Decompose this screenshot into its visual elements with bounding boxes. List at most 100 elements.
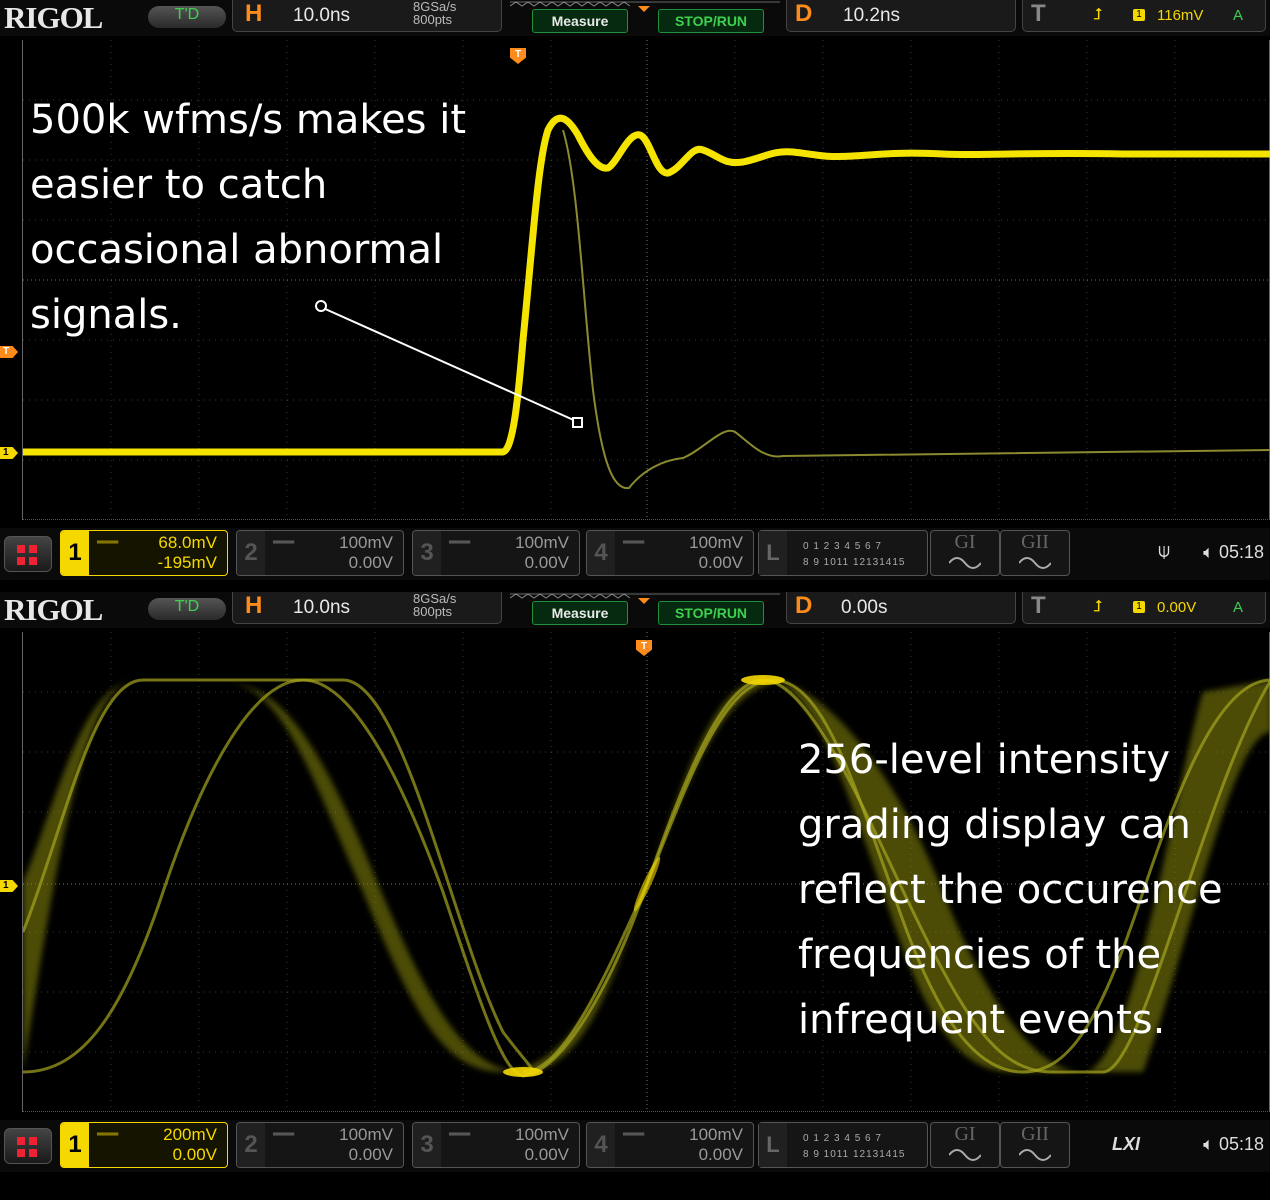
intensity-hotspot: [503, 1067, 543, 1077]
logic-channels-high: 8 9 1011 12131415: [803, 557, 906, 568]
channel-scale: 100mV: [689, 1125, 743, 1144]
d-label: D: [795, 592, 813, 619]
trigger-coupling: A: [1233, 7, 1244, 24]
trigger-box[interactable]: T ⮥ 1 116mV A: [1022, 0, 1266, 32]
annotation-line: frequencies of the: [798, 932, 1162, 978]
channel-offset: 0.00V: [348, 553, 393, 572]
channel-scale: 200mV: [163, 1125, 217, 1144]
stop-run-button[interactable]: STOP/RUN: [658, 601, 764, 625]
generator-2-button[interactable]: GII: [1000, 530, 1070, 576]
annotation-line: occasional abnormal: [30, 227, 444, 273]
trigger-source-badge: 1: [1133, 9, 1145, 21]
delay-value: 0.00s: [841, 597, 888, 618]
time-value: 05:18: [1218, 542, 1264, 562]
delay-box[interactable]: D 0.00s: [786, 592, 1016, 624]
system-clock: 🔈︎ 05:18: [1203, 1134, 1264, 1155]
abnormal-trace: [562, 129, 1270, 490]
annotation-line: reflect the occurence: [798, 867, 1223, 913]
h-label: H: [245, 592, 263, 619]
speaker-muted-icon: 🔈︎: [1203, 1134, 1214, 1154]
sine-wave-icon: [1019, 557, 1051, 569]
trigger-level-marker[interactable]: T: [0, 346, 18, 358]
annotation-line: 500k wfms/s makes it: [30, 97, 467, 143]
mode-badge[interactable]: T'D: [148, 598, 226, 620]
channel-offset: 0.00V: [698, 1145, 743, 1164]
memory-depth: 800pts: [413, 12, 453, 27]
dc-coupling-icon: ═══: [623, 1129, 645, 1140]
t-label: T: [1031, 0, 1046, 27]
channel-1-box[interactable]: 1 ═══ 200mV 0.00V: [60, 1122, 228, 1168]
intensity-hotspot: [741, 675, 785, 685]
timebase-value: 10.0ns: [293, 597, 351, 618]
channel-3-box[interactable]: 3 ═══ 100mV 0.00V: [412, 530, 580, 576]
channel-number: 3: [413, 1123, 441, 1167]
annotation-line: signals.: [30, 292, 182, 338]
channel-2-box[interactable]: 2 ═══ 100mV 0.00V: [236, 530, 404, 576]
channel-number: 4: [587, 531, 615, 575]
channel-number: 2: [237, 531, 265, 575]
channel-number: 1: [61, 531, 89, 575]
generator-label: GI: [954, 531, 976, 553]
generator-label: GII: [1021, 531, 1049, 553]
dc-coupling-icon: ═══: [273, 537, 295, 548]
measure-button[interactable]: Measure: [532, 601, 628, 625]
generator-1-button[interactable]: GI: [930, 1122, 1000, 1168]
annotation-line: grading display can: [798, 802, 1191, 848]
menu-button[interactable]: [4, 536, 52, 572]
annotation-text-top: 500k wfms/s makes it easier to catch occ…: [30, 88, 466, 348]
time-value: 05:18: [1218, 1134, 1264, 1154]
horizontal-box[interactable]: H 10.0ns 8GSa/s 800pts: [232, 0, 502, 32]
channel-number: 2: [237, 1123, 265, 1167]
speaker-muted-icon: 🔈︎: [1203, 542, 1214, 562]
status-bar: RIGOL T'D H 10.0ns 8GSa/s 800pts Measure…: [0, 592, 1270, 628]
dc-coupling-icon: ═══: [449, 1129, 471, 1140]
trigger-box[interactable]: T ⮥ 1 0.00V A: [1022, 592, 1266, 624]
channel-scale: 100mV: [339, 533, 393, 552]
memory-depth: 800pts: [413, 604, 453, 619]
stop-run-button[interactable]: STOP/RUN: [658, 9, 764, 33]
logic-label: L: [759, 531, 787, 575]
trigger-level: 0.00V: [1157, 599, 1197, 616]
channel-scale: 100mV: [689, 533, 743, 552]
channel-2-box[interactable]: 2 ═══ 100mV 0.00V: [236, 1122, 404, 1168]
dc-coupling-icon: ═══: [97, 537, 119, 548]
horizontal-box[interactable]: H 10.0ns 8GSa/s 800pts: [232, 592, 502, 624]
generator-2-button[interactable]: GII: [1000, 1122, 1070, 1168]
pointer-end: [572, 417, 583, 428]
menu-button[interactable]: [4, 1128, 52, 1164]
channel-number: 3: [413, 531, 441, 575]
usb-icon: ⍦: [1158, 540, 1170, 562]
channel-number: 1: [61, 1123, 89, 1167]
annotation-line: 256-level intensity: [798, 737, 1171, 783]
logic-channels-high: 8 9 1011 12131415: [803, 1149, 906, 1160]
delay-value: 10.2ns: [843, 5, 901, 26]
logic-analyzer-box[interactable]: L 0 1 2 3 4 5 6 7 8 9 1011 12131415: [758, 530, 928, 576]
sine-wave-icon: [949, 1149, 981, 1161]
system-clock: 🔈︎ 05:18: [1203, 542, 1264, 563]
generator-1-button[interactable]: GI: [930, 530, 1000, 576]
delay-box[interactable]: D 10.2ns: [786, 0, 1016, 32]
channel-4-box[interactable]: 4 ═══ 100mV 0.00V: [586, 530, 754, 576]
channel1-marker[interactable]: 1: [0, 880, 18, 892]
channel1-marker[interactable]: 1: [0, 447, 18, 459]
logic-channels-low: 0 1 2 3 4 5 6 7: [803, 541, 882, 552]
channel-3-box[interactable]: 3 ═══ 100mV 0.00V: [412, 1122, 580, 1168]
annotation-line: easier to catch: [30, 162, 328, 208]
sine-wave-icon: [949, 557, 981, 569]
dc-coupling-icon: ═══: [449, 537, 471, 548]
trigger-coupling: A: [1233, 599, 1244, 616]
lxi-logo: LXI: [1111, 1134, 1140, 1154]
logic-analyzer-box[interactable]: L 0 1 2 3 4 5 6 7 8 9 1011 12131415: [758, 1122, 928, 1168]
scope-screen-bottom: RIGOL T'D H 10.0ns 8GSa/s 800pts Measure…: [0, 592, 1270, 1184]
rising-edge-icon: ⮥: [1093, 598, 1103, 615]
generator-label: GII: [1021, 1123, 1049, 1145]
rigol-logo: RIGOL: [4, 0, 103, 35]
channel-1-box[interactable]: 1 ═══ 68.0mV -195mV: [60, 530, 228, 576]
logic-channels-low: 0 1 2 3 4 5 6 7: [803, 1133, 882, 1144]
channel-number: 4: [587, 1123, 615, 1167]
mode-badge[interactable]: T'D: [148, 6, 226, 28]
channel-offset: -195mV: [157, 553, 217, 572]
channel-4-box[interactable]: 4 ═══ 100mV 0.00V: [586, 1122, 754, 1168]
measure-button[interactable]: Measure: [532, 9, 628, 33]
trigger-source-badge: 1: [1133, 601, 1145, 613]
